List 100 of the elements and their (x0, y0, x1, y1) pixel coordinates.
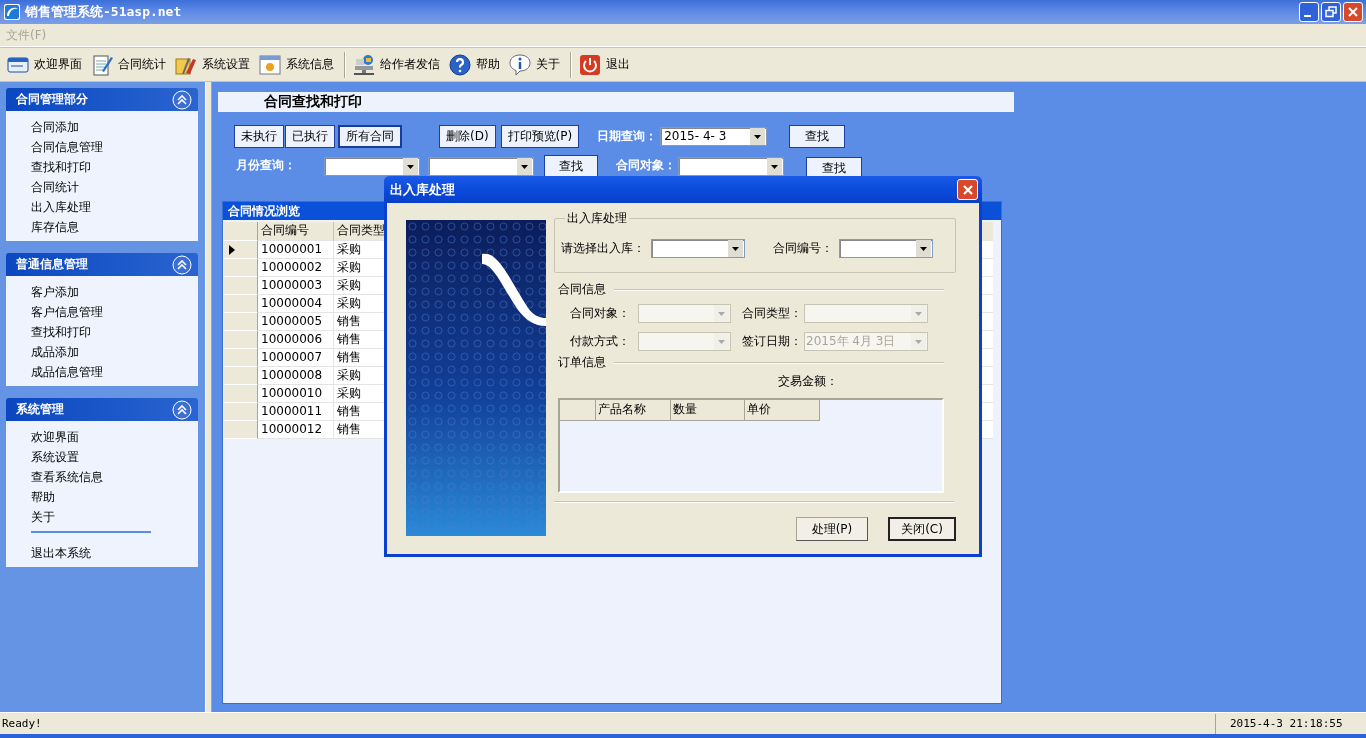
filter-button[interactable]: 未执行 (234, 124, 284, 148)
toolbar-button[interactable]: 合同统计 (88, 50, 172, 79)
restore-button[interactable] (1321, 2, 1341, 22)
panel-header[interactable]: 系统管理 (6, 398, 198, 421)
print-preview-button[interactable]: 打印预览(P) (500, 124, 580, 148)
column-header[interactable]: 单价 (745, 400, 820, 420)
app-icon (3, 3, 21, 21)
table-cell: 10000012 (258, 421, 334, 439)
minimize-button[interactable] (1299, 2, 1319, 22)
section-title: 合同信息 (558, 281, 606, 298)
sidebar-link[interactable]: 成品信息管理 (31, 364, 103, 380)
close-button[interactable] (957, 179, 978, 200)
restore-icon (1325, 6, 1337, 18)
caret-icon (714, 305, 729, 322)
table-cell: 10000003 (258, 277, 334, 295)
sidebar-link[interactable]: 出入库处理 (31, 199, 91, 215)
table-cell: 10000010 (258, 385, 334, 403)
sidebar-link[interactable]: 成品添加 (31, 344, 79, 360)
panel-header[interactable]: 合同管理部分 (6, 88, 198, 111)
table-cell: 10000004 (258, 295, 334, 313)
process-button[interactable]: 处理(P) (796, 517, 868, 541)
toolbar-button[interactable]: 关于 (506, 50, 566, 79)
field-label: 签订日期： (742, 333, 803, 350)
close-icon (1347, 6, 1359, 18)
dropdown-field[interactable] (651, 239, 745, 258)
filter-button[interactable]: 已执行 (285, 124, 335, 148)
table-cell: 10000006 (258, 331, 334, 349)
dropdown-field[interactable] (678, 157, 784, 176)
caret-icon (517, 158, 532, 175)
dropdown-field[interactable] (324, 157, 420, 176)
sidebar-link[interactable]: 客户添加 (31, 284, 79, 300)
window-title: 销售管理系统-51asp.net (25, 3, 182, 21)
collapse-icon[interactable] (172, 254, 192, 275)
field-label: 付款方式： (570, 333, 631, 350)
caret-icon (403, 158, 418, 175)
table-cell: 10000011 (258, 403, 334, 421)
table-cell: 10000002 (258, 259, 334, 277)
sidebar-link[interactable]: 系统设置 (31, 449, 79, 465)
dropdown-field[interactable] (839, 239, 933, 258)
splitter[interactable] (205, 82, 212, 712)
window-icon (258, 52, 282, 77)
minimize-icon (1304, 15, 1311, 17)
caret-icon (728, 240, 743, 257)
section-title: 订单信息 (558, 354, 606, 371)
panel-header[interactable]: 普通信息管理 (6, 253, 198, 276)
collapse-icon[interactable] (172, 399, 192, 420)
date-picker[interactable]: 2015- 4- 3 (660, 126, 768, 146)
help-icon (448, 52, 472, 77)
panel-title: 系统管理 (16, 401, 64, 418)
field-label: 请选择出入库： (561, 240, 645, 257)
notepad-icon (90, 52, 114, 77)
caret-icon (911, 305, 926, 322)
sidebar-link[interactable]: 欢迎界面 (31, 429, 79, 445)
table-cell: 10000008 (258, 367, 334, 385)
sidebar-link[interactable]: 合同统计 (31, 179, 79, 195)
info-icon (508, 52, 532, 77)
caret-icon (714, 333, 729, 350)
sidebar-link[interactable]: 合同添加 (31, 119, 79, 135)
search-button[interactable]: 查找 (544, 155, 598, 178)
toolbar-button[interactable]: 系统信息 (256, 50, 340, 79)
dropdown-field[interactable] (428, 157, 534, 176)
current-row-icon (229, 244, 235, 255)
column-header[interactable]: 产品名称 (595, 400, 671, 420)
sidebar-link[interactable]: 关于 (31, 509, 55, 525)
sidebar-link[interactable]: 帮助 (31, 489, 55, 505)
table-cell: 10000001 (258, 241, 334, 259)
caret-icon (916, 240, 931, 257)
toolbar-button[interactable]: 系统设置 (172, 50, 256, 79)
toolbar-button[interactable]: 欢迎界面 (4, 50, 88, 79)
sidebar-link[interactable]: 合同信息管理 (31, 139, 103, 155)
page-title: 合同查找和打印 (264, 93, 362, 111)
status-clock: 2015-4-3 21:18:55 (1215, 713, 1350, 734)
toolbar-button[interactable]: 给作者发信 (350, 50, 446, 79)
sidebar-link[interactable]: 查找和打印 (31, 324, 91, 340)
month-query-label: 月份查询： (236, 158, 297, 172)
table-cell: 10000005 (258, 313, 334, 331)
field-label: 合同类型： (742, 305, 803, 322)
dialog-title: 出入库处理 (390, 180, 455, 199)
close-button[interactable] (1343, 2, 1363, 22)
sidebar-link[interactable]: 退出本系统 (31, 545, 91, 561)
toolbar-button[interactable]: 帮助 (446, 50, 506, 79)
sidebar-link[interactable]: 查看系统信息 (31, 469, 103, 485)
toolbar-button[interactable]: 退出 (576, 50, 636, 79)
caret-icon (750, 127, 766, 145)
close-dialog-button[interactable]: 关闭(C) (888, 517, 956, 541)
network-icon (352, 52, 376, 77)
status-message: Ready! (2, 717, 42, 730)
sidebar-link[interactable]: 库存信息 (31, 219, 79, 235)
filter-button[interactable]: 所有合同 (338, 124, 402, 148)
delete-button[interactable]: 删除(D) (439, 124, 496, 148)
search-button[interactable]: 查找 (789, 124, 846, 148)
sidebar-link[interactable]: 查找和打印 (31, 159, 91, 175)
column-header[interactable]: 数量 (670, 400, 746, 420)
panel-title: 普通信息管理 (16, 256, 88, 273)
collapse-icon[interactable] (172, 89, 192, 110)
sidebar-link[interactable]: 客户信息管理 (31, 304, 103, 320)
column-header[interactable]: 合同编号 (258, 222, 334, 241)
row-header[interactable] (224, 241, 258, 259)
caret-icon (911, 333, 926, 350)
field-label: 合同对象： (570, 305, 631, 322)
